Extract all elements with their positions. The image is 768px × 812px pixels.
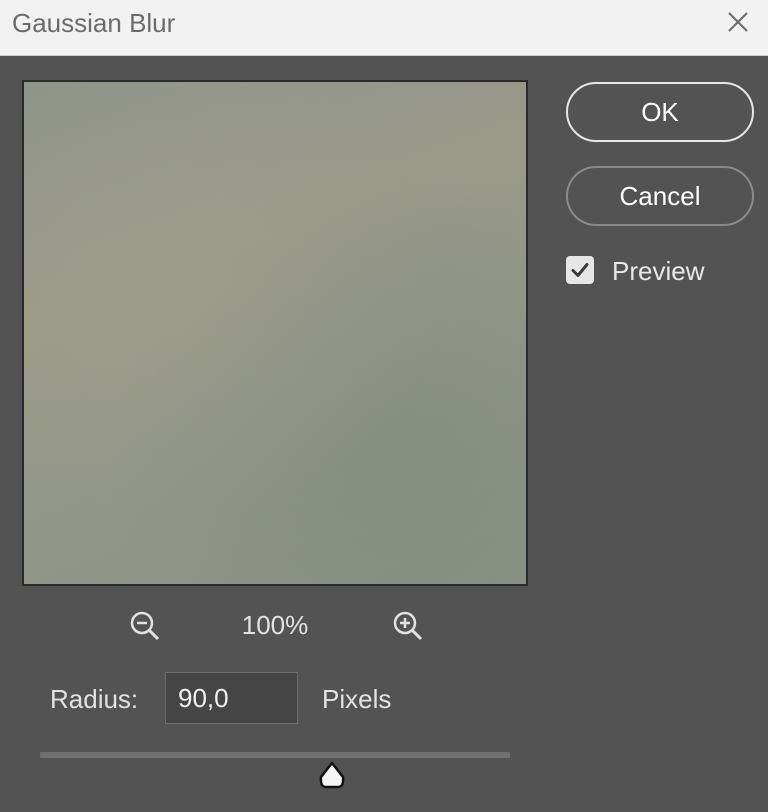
close-button[interactable] xyxy=(722,6,754,38)
zoom-in-button[interactable] xyxy=(388,606,428,646)
gaussian-blur-dialog: Gaussian Blur 100% Radius: 90,0 Pixels O… xyxy=(0,0,768,812)
slider-thumb-icon xyxy=(319,761,345,789)
blur-preview-image[interactable] xyxy=(22,80,528,586)
dialog-title: Gaussian Blur xyxy=(12,8,176,38)
zoom-controls: 100% xyxy=(22,602,528,648)
preview-label[interactable]: Preview xyxy=(612,256,704,286)
radius-label: Radius: xyxy=(50,684,139,714)
radius-input[interactable] xyxy=(165,672,298,724)
preview-checkbox[interactable] xyxy=(566,256,594,284)
title-bar: Gaussian Blur xyxy=(0,0,768,56)
zoom-out-icon xyxy=(130,611,160,641)
radius-slider-track[interactable] xyxy=(40,752,510,758)
radius-slider-handle[interactable] xyxy=(316,760,348,790)
ok-button[interactable]: OK xyxy=(566,82,754,142)
cancel-button[interactable]: Cancel xyxy=(566,166,754,226)
zoom-level: 100% xyxy=(241,610,309,640)
checkmark-icon xyxy=(571,263,589,277)
close-icon xyxy=(728,12,748,32)
zoom-out-button[interactable] xyxy=(125,606,165,646)
zoom-in-icon xyxy=(393,611,423,641)
radius-unit-label: Pixels xyxy=(322,684,392,714)
